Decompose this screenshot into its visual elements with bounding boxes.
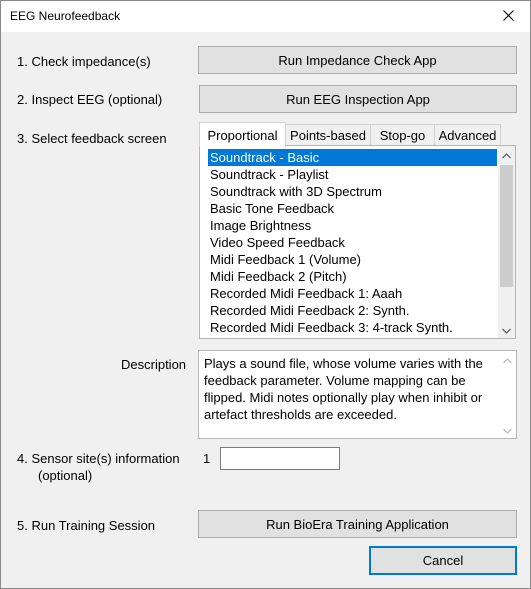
scroll-thumb[interactable]	[500, 165, 513, 287]
description-box[interactable]: Plays a sound file, whose volume varies …	[198, 350, 517, 439]
tab-proportional[interactable]: Proportional	[199, 122, 286, 147]
inspect-eeg-label: 2. Inspect EEG (optional)	[17, 92, 163, 107]
close-button[interactable]	[486, 1, 530, 32]
run-impedance-check-button[interactable]: Run Impedance Check App	[198, 46, 517, 74]
list-scrollbar[interactable]	[498, 146, 515, 338]
desc-scroll-up-arrow[interactable]	[499, 351, 516, 368]
training-label: 5. Run Training Session	[17, 518, 156, 533]
sensor-site-input[interactable]	[220, 447, 340, 470]
dialog-window: EEG Neurofeedback 1. Check impedance(s) …	[0, 0, 531, 589]
list-item[interactable]: Soundtrack - Basic	[208, 149, 497, 166]
sensor-label: 4. Sensor site(s) information	[17, 451, 180, 466]
list-item[interactable]: Recorded Midi Feedback 3: 4-track Synth.	[208, 319, 453, 336]
feedback-screen-label: 3. Select feedback screen	[17, 131, 167, 146]
scroll-down-arrow[interactable]	[498, 321, 515, 338]
feedback-screen-list[interactable]: Soundtrack - Basic Soundtrack - Playlist S…	[199, 145, 516, 339]
tab-points-based[interactable]: Points-based	[285, 124, 371, 146]
chevron-up-icon	[502, 147, 511, 162]
list-item[interactable]: Video Speed Feedback	[208, 234, 345, 251]
chevron-down-icon	[503, 422, 512, 437]
window-title: EEG Neurofeedback	[10, 9, 121, 23]
chevron-down-icon	[502, 322, 511, 337]
impedance-label: 1. Check impedance(s)	[17, 54, 151, 69]
run-training-button[interactable]: Run BioEra Training Application	[198, 510, 517, 538]
desc-scroll-down-arrow[interactable]	[499, 421, 516, 438]
title-bar: EEG Neurofeedback	[1, 1, 530, 32]
list-item[interactable]: Recorded Midi Feedback 1: Aaah	[208, 285, 402, 302]
list-item[interactable]: Soundtrack with 3D Spectrum	[208, 183, 382, 200]
list-item[interactable]: Recorded Midi Feedback 2: Synth.	[208, 302, 409, 319]
list-item[interactable]: Basic Tone Feedback	[208, 200, 334, 217]
sensor-optional-label: (optional)	[38, 468, 93, 483]
list-item[interactable]: Soundtrack - Playlist	[208, 166, 329, 183]
close-icon	[502, 9, 514, 24]
chevron-up-icon	[503, 352, 512, 367]
description-label: Description	[121, 357, 187, 372]
list-item[interactable]: Midi Feedback 1 (Volume)	[208, 251, 361, 268]
list-item[interactable]: Image Brightness	[208, 217, 311, 234]
list-item[interactable]: Midi Feedback 2 (Pitch)	[208, 268, 347, 285]
description-text: Plays a sound file, whose volume varies …	[204, 356, 483, 422]
scroll-up-arrow[interactable]	[498, 146, 515, 163]
cancel-button[interactable]: Cancel	[369, 546, 517, 575]
sensor-index-label: 1	[203, 451, 211, 466]
description-scrollbar[interactable]	[499, 351, 516, 438]
tab-stop-go[interactable]: Stop-go	[370, 124, 435, 146]
tab-advanced[interactable]: Advanced	[434, 124, 501, 146]
run-eeg-inspection-button[interactable]: Run EEG Inspection App	[199, 85, 517, 113]
